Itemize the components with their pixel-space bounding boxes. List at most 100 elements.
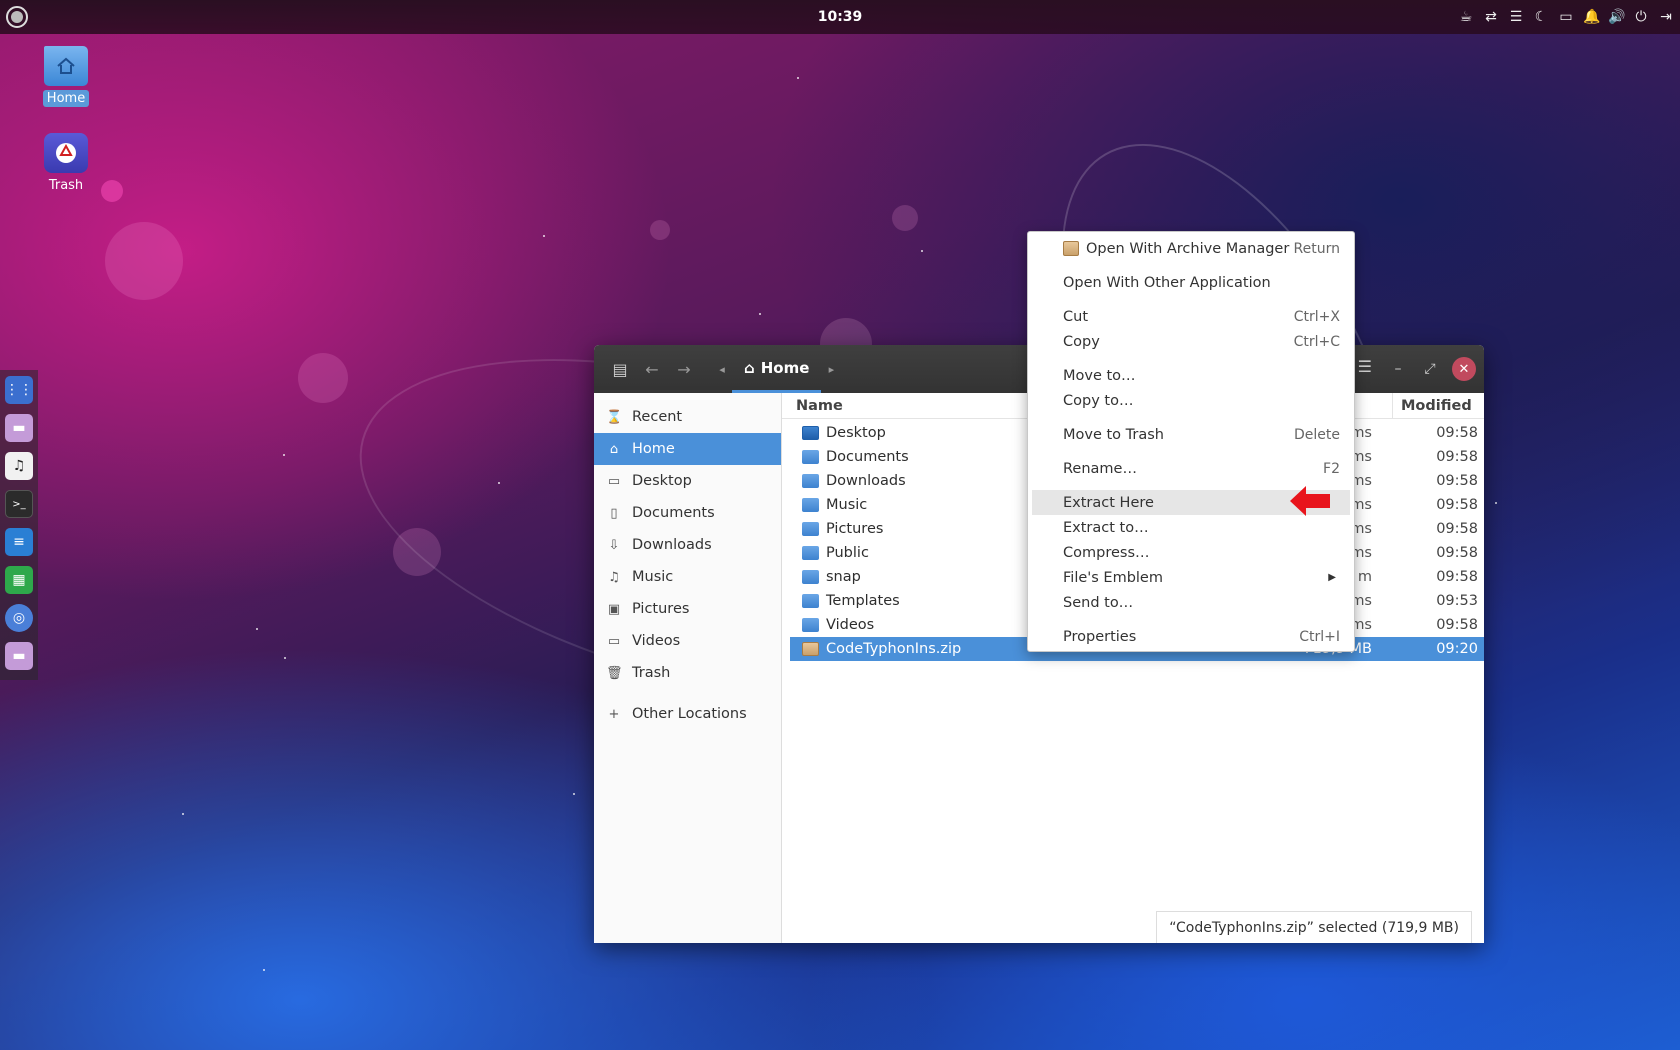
menu-item-move-to-trash[interactable]: Move to Trash Delete (1028, 422, 1354, 447)
volume-icon[interactable]: 🔊 (1608, 9, 1625, 25)
sidebar-item-recent[interactable]: ⌛ Recent (594, 401, 781, 433)
sidebar-item-label: Downloads (632, 537, 712, 553)
night-mode-icon[interactable]: ☾ (1533, 9, 1549, 25)
red-arrow-annotation-icon (1290, 486, 1330, 516)
sidebar-item-documents[interactable]: ▯ Documents (594, 497, 781, 529)
folder-icon[interactable]: ▭ (1558, 9, 1574, 25)
notification-bell-icon[interactable]: 🔔 (1583, 9, 1600, 25)
desktop-icon-trash[interactable]: Trash (30, 133, 102, 194)
window-controls: – ⤢ ✕ (1388, 345, 1476, 393)
music-player-icon[interactable]: ♫ (5, 452, 33, 480)
sidebar-item-label: Music (632, 569, 674, 585)
folder-icon (802, 570, 819, 584)
sidebar-item-videos[interactable]: ▭ Videos (594, 625, 781, 657)
menu-item-open-other-app[interactable]: Open With Other Application (1028, 270, 1354, 295)
coffee-icon[interactable]: ☕ (1458, 9, 1474, 25)
sidebar-item-other-locations[interactable]: + Other Locations (594, 698, 781, 730)
system-tray: ☕ ⇄ ☰ ☾ ▭ 🔔 🔊 ⏻ ⇥ (1458, 0, 1674, 34)
sidebar-item-trash[interactable]: 🗑 Trash (594, 657, 781, 689)
recycle-icon (44, 133, 88, 173)
desktop-folder-icon (802, 426, 819, 440)
folder-icon (802, 522, 819, 536)
files-app-icon[interactable]: ▬ (5, 414, 33, 442)
home-folder-icon (44, 46, 88, 86)
music-icon: ♫ (608, 569, 620, 585)
minimize-icon[interactable]: – (1388, 361, 1408, 377)
menu-item-extract-to[interactable]: Extract to… (1028, 515, 1354, 540)
app-grid-icon[interactable]: ⋮⋮ (5, 376, 33, 404)
video-icon: ▭ (607, 633, 621, 649)
desktop-icon-label: Trash (48, 178, 84, 193)
plus-icon: + (608, 706, 620, 722)
sidebar-item-label: Documents (632, 505, 715, 521)
menu-lines-icon[interactable]: ☰ (1508, 9, 1524, 25)
browser-icon[interactable]: ◎ (5, 604, 33, 632)
archive-manager-icon (1063, 241, 1079, 256)
folder-icon (802, 474, 819, 488)
sidebar-item-pictures[interactable]: ▣ Pictures (594, 593, 781, 625)
chevron-left-icon[interactable]: ◂ (712, 353, 732, 385)
trash-icon: 🗑 (606, 665, 623, 681)
download-icon: ⇩ (608, 537, 620, 553)
sidebar-item-label: Trash (632, 665, 671, 681)
picture-icon: ▣ (607, 601, 621, 617)
column-header-name[interactable]: Name (796, 398, 843, 414)
back-arrow-icon[interactable]: ← (636, 353, 668, 385)
close-icon[interactable]: ✕ (1452, 357, 1476, 381)
app-menu-button[interactable] (6, 6, 28, 28)
home-icon: ⌂ (609, 441, 619, 457)
maximize-icon[interactable]: ⤢ (1420, 361, 1440, 377)
desktop-icon: ▭ (607, 473, 621, 489)
sidebar-item-label: Desktop (632, 473, 692, 489)
terminal-icon[interactable]: >_ (5, 490, 33, 518)
desktop-icon-label: Home (42, 90, 90, 107)
launcher-dock: ⋮⋮ ▬ ♫ >_ ≡ ▦ ◎ ▬ (0, 370, 38, 680)
column-header-modified[interactable]: Modified (1392, 392, 1484, 419)
menu-item-open-archive-manager[interactable]: Open With Archive Manager Return (1028, 236, 1354, 261)
logout-icon[interactable]: ⇥ (1658, 9, 1674, 25)
folder-icon (802, 618, 819, 632)
sidebar-item-downloads[interactable]: ⇩ Downloads (594, 529, 781, 561)
menu-item-copy-to[interactable]: Copy to… (1028, 388, 1354, 413)
sidebar-item-desktop[interactable]: ▭ Desktop (594, 465, 781, 497)
files-window-icon[interactable]: ▬ (5, 642, 33, 670)
network-transfer-icon[interactable]: ⇄ (1483, 9, 1499, 25)
sidebar-item-label: Videos (632, 633, 681, 649)
sidebar-item-label: Home (632, 441, 675, 457)
menu-item-move-to[interactable]: Move to… (1028, 363, 1354, 388)
sidebar-item-music[interactable]: ♫ Music (594, 561, 781, 593)
archive-file-icon (802, 642, 819, 656)
menu-item-properties[interactable]: Properties Ctrl+I (1028, 624, 1354, 649)
menu-item-send-to[interactable]: Send to… (1028, 590, 1354, 615)
sidebar-item-home[interactable]: ⌂ Home (594, 433, 781, 465)
clock-icon: ⌛ (606, 409, 623, 425)
text-editor-icon[interactable]: ≡ (5, 528, 33, 556)
menu-item-rename[interactable]: Rename… F2 (1028, 456, 1354, 481)
desktop-icon-home[interactable]: Home (30, 46, 102, 107)
breadcrumb-home[interactable]: ⌂ Home (732, 345, 822, 393)
document-icon: ▯ (610, 505, 618, 521)
menu-item-compress[interactable]: Compress… (1028, 540, 1354, 565)
folder-icon (802, 594, 819, 608)
submenu-arrow-icon: ▶ (1328, 572, 1336, 583)
home-icon: ⌂ (744, 358, 755, 377)
context-menu: Open With Archive Manager Return Open Wit… (1027, 231, 1355, 652)
folder-icon (802, 450, 819, 464)
sidebar-item-label: Pictures (632, 601, 690, 617)
spreadsheet-icon[interactable]: ▦ (5, 566, 33, 594)
menu-item-copy[interactable]: Copy Ctrl+C (1028, 329, 1354, 354)
sidebar-item-label: Other Locations (632, 706, 747, 722)
app-icon[interactable]: ▤ (604, 353, 636, 385)
panel-clock[interactable]: 10:39 (818, 9, 863, 25)
breadcrumb-label: Home (760, 358, 810, 377)
power-icon[interactable]: ⏻ (1633, 9, 1649, 25)
folder-icon (802, 546, 819, 560)
chevron-right-icon[interactable]: ▸ (821, 353, 841, 385)
sidebar-item-label: Recent (632, 409, 683, 425)
places-sidebar: ⌛ Recent ⌂ Home ▭ Desktop ▯ Documents ⇩ Downl… (594, 393, 782, 943)
menu-item-cut[interactable]: Cut Ctrl+X (1028, 304, 1354, 329)
forward-arrow-icon[interactable]: → (668, 353, 700, 385)
folder-icon (802, 498, 819, 512)
hamburger-menu-icon[interactable]: ☰ (1358, 357, 1372, 376)
menu-item-files-emblem[interactable]: File's Emblem ▶ (1028, 565, 1354, 590)
